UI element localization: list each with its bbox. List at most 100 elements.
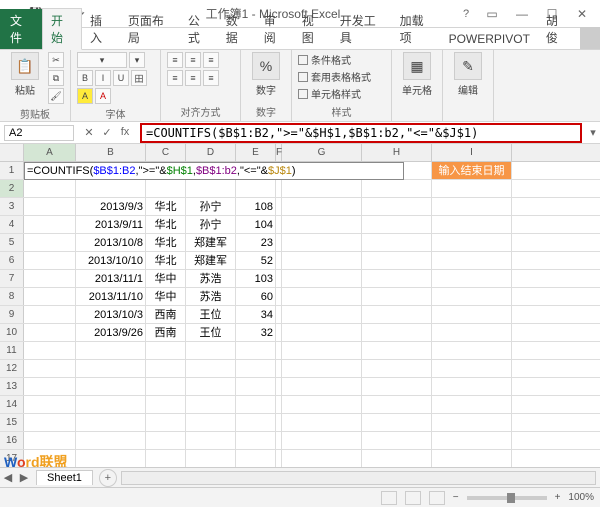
col-I[interactable]: I bbox=[432, 144, 512, 161]
col-H[interactable]: H bbox=[362, 144, 432, 161]
cell[interactable]: 32 bbox=[236, 324, 276, 341]
nav-prev-icon[interactable]: ◀ bbox=[0, 471, 16, 484]
cell[interactable]: 2013/11/10 bbox=[76, 288, 146, 305]
cell[interactable] bbox=[146, 378, 186, 395]
cell[interactable] bbox=[432, 342, 512, 359]
cell[interactable] bbox=[432, 414, 512, 431]
cell[interactable] bbox=[146, 396, 186, 413]
cell[interactable]: 华北 bbox=[146, 198, 186, 215]
cell[interactable] bbox=[282, 342, 362, 359]
cell[interactable] bbox=[362, 396, 432, 413]
zoom-level[interactable]: 100% bbox=[568, 492, 594, 503]
cell[interactable] bbox=[146, 180, 186, 197]
cell[interactable] bbox=[76, 342, 146, 359]
row-header[interactable]: 10 bbox=[0, 324, 24, 341]
fx-icon[interactable]: fx bbox=[118, 126, 132, 139]
cell[interactable] bbox=[24, 180, 76, 197]
cell[interactable]: 孙宁 bbox=[186, 216, 236, 233]
cell[interactable]: 2013/9/26 bbox=[76, 324, 146, 341]
cell[interactable] bbox=[24, 432, 76, 449]
cell[interactable] bbox=[146, 432, 186, 449]
cell[interactable]: 52 bbox=[236, 252, 276, 269]
cell[interactable] bbox=[432, 288, 512, 305]
cell-editor[interactable]: =COUNTIFS($B$1:B2,">="&$H$1,$B$1:b2,"<="… bbox=[24, 162, 404, 180]
zoom-in[interactable]: + bbox=[555, 492, 561, 503]
cell[interactable] bbox=[362, 180, 432, 197]
cell[interactable]: 华中 bbox=[146, 288, 186, 305]
align-bot[interactable]: ≡ bbox=[203, 52, 219, 68]
cell[interactable] bbox=[236, 360, 276, 377]
sheet-tab[interactable]: Sheet1 bbox=[36, 470, 93, 485]
cut-icon[interactable]: ✂ bbox=[48, 52, 64, 68]
cell[interactable] bbox=[24, 306, 76, 323]
cell[interactable] bbox=[432, 450, 512, 467]
cell[interactable] bbox=[282, 252, 362, 269]
cell[interactable] bbox=[186, 378, 236, 395]
bold-button[interactable]: B bbox=[77, 70, 93, 86]
cell[interactable] bbox=[362, 306, 432, 323]
cell[interactable] bbox=[236, 432, 276, 449]
cell[interactable] bbox=[236, 180, 276, 197]
cond-format[interactable]: 条件格式 bbox=[298, 52, 385, 67]
cell[interactable] bbox=[76, 360, 146, 377]
cell[interactable] bbox=[432, 198, 512, 215]
view-layout-icon[interactable] bbox=[405, 491, 421, 505]
cell[interactable] bbox=[186, 396, 236, 413]
cell[interactable]: 23 bbox=[236, 234, 276, 251]
cancel-formula-icon[interactable]: ✕ bbox=[82, 126, 96, 139]
cell[interactable] bbox=[76, 180, 146, 197]
col-A[interactable]: A bbox=[24, 144, 76, 161]
cell[interactable] bbox=[362, 288, 432, 305]
cell[interactable] bbox=[282, 414, 362, 431]
cell[interactable] bbox=[282, 432, 362, 449]
row-header[interactable]: 16 bbox=[0, 432, 24, 449]
help-icon[interactable]: ? bbox=[456, 4, 476, 24]
cell[interactable]: 华中 bbox=[146, 270, 186, 287]
cell[interactable] bbox=[432, 306, 512, 323]
view-break-icon[interactable] bbox=[429, 491, 445, 505]
cell[interactable] bbox=[186, 432, 236, 449]
cell[interactable] bbox=[76, 432, 146, 449]
cell[interactable] bbox=[362, 216, 432, 233]
enter-formula-icon[interactable]: ✓ bbox=[100, 126, 114, 139]
select-all[interactable] bbox=[0, 144, 24, 161]
cell[interactable] bbox=[432, 180, 512, 197]
tab-data[interactable]: 数据 bbox=[218, 9, 256, 49]
paste-button[interactable]: 📋 粘贴 bbox=[6, 52, 44, 97]
cell[interactable]: 60 bbox=[236, 288, 276, 305]
row-header[interactable]: 9 bbox=[0, 306, 24, 323]
cell[interactable] bbox=[282, 288, 362, 305]
cell[interactable] bbox=[362, 414, 432, 431]
cell[interactable] bbox=[24, 198, 76, 215]
cell[interactable] bbox=[282, 324, 362, 341]
cell[interactable] bbox=[24, 234, 76, 251]
avatar[interactable] bbox=[580, 27, 600, 49]
zoom-slider[interactable] bbox=[467, 496, 547, 500]
cell[interactable]: 2013/10/8 bbox=[76, 234, 146, 251]
cell[interactable] bbox=[282, 360, 362, 377]
formula-bar[interactable]: =COUNTIFS($B$1:B2,">="&$H$1,$B$1:b2,"<="… bbox=[140, 123, 582, 143]
cell[interactable]: 输入结束日期 bbox=[432, 162, 512, 179]
row-header[interactable]: 5 bbox=[0, 234, 24, 251]
cell[interactable]: 2013/10/10 bbox=[76, 252, 146, 269]
cell[interactable] bbox=[24, 270, 76, 287]
cell[interactable]: 华北 bbox=[146, 216, 186, 233]
cell[interactable] bbox=[24, 324, 76, 341]
cell[interactable] bbox=[24, 252, 76, 269]
cell[interactable] bbox=[146, 450, 186, 467]
view-normal-icon[interactable] bbox=[381, 491, 397, 505]
cell[interactable] bbox=[282, 234, 362, 251]
col-B[interactable]: B bbox=[76, 144, 146, 161]
row-header[interactable]: 2 bbox=[0, 180, 24, 197]
row-header[interactable]: 15 bbox=[0, 414, 24, 431]
number-button[interactable]: %数字 bbox=[247, 52, 285, 97]
fill-color-button[interactable]: A bbox=[77, 88, 93, 104]
cell[interactable] bbox=[282, 198, 362, 215]
row-header[interactable]: 13 bbox=[0, 378, 24, 395]
cell[interactable] bbox=[282, 306, 362, 323]
cell[interactable] bbox=[362, 252, 432, 269]
row-header[interactable]: 7 bbox=[0, 270, 24, 287]
cell[interactable] bbox=[24, 360, 76, 377]
cell[interactable]: 34 bbox=[236, 306, 276, 323]
cell[interactable] bbox=[432, 360, 512, 377]
